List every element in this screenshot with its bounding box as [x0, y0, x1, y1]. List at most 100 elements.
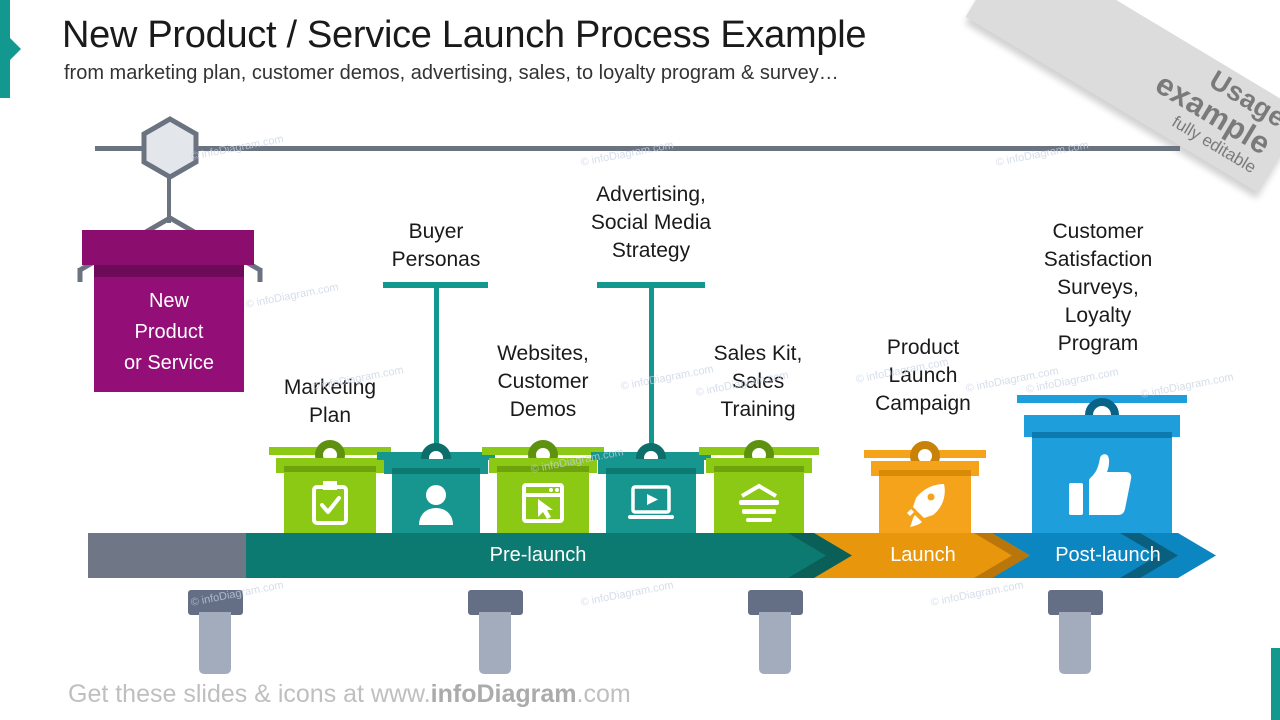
source-crate-shadow — [94, 265, 244, 277]
crate-body — [879, 476, 971, 533]
crate-label: Advertising, Social Media Strategy — [556, 181, 746, 265]
source-label-line-1: New — [148, 290, 189, 312]
crane-rail — [95, 146, 1180, 151]
conveyor-leg-post — [199, 612, 231, 674]
hanging-wire — [434, 288, 439, 458]
source-label-line-2: Product — [134, 321, 204, 343]
crate-label: Marketing Plan — [260, 374, 400, 430]
crate-top-bar — [482, 447, 604, 455]
crate-label-line: Satisfaction — [1043, 247, 1153, 271]
crate-lid — [1024, 415, 1180, 437]
watermark: © infoDiagram.com — [529, 446, 625, 476]
source-crate-label: New Product or Service — [94, 286, 244, 379]
stacked-layers-icon — [714, 472, 804, 533]
crate-lid — [871, 461, 979, 476]
crate-hook-ring — [910, 441, 940, 471]
crate-label-line: Sales — [731, 369, 785, 393]
crate-label: Websites, Customer Demos — [468, 340, 618, 424]
crate-lid — [384, 459, 488, 474]
crate-lid — [276, 458, 384, 473]
crate-lid-shadow — [606, 468, 696, 474]
timeline-label-launch: Launch — [890, 544, 956, 566]
crate-label-line: Product — [886, 336, 960, 359]
crate-hook-ring — [528, 440, 558, 470]
crate-lid-shadow — [1032, 432, 1172, 438]
crate-lid-shadow — [879, 470, 971, 476]
ribbon-text: Usage example fully editable — [1141, 44, 1280, 177]
crate-label-line: Program — [1057, 331, 1139, 355]
browser-cursor-icon — [497, 472, 589, 533]
page-subtitle: from marketing plan, customer demos, adv… — [64, 62, 839, 84]
crate-lid — [706, 458, 812, 473]
crate-label-line: Advertising, — [596, 183, 706, 206]
conveyor-leg-post — [479, 612, 511, 674]
crate-body — [1032, 438, 1172, 533]
crate-top-bar — [864, 450, 986, 458]
crate-label-line: Websites, — [497, 342, 589, 365]
crate-label-line: Surveys, — [1057, 275, 1139, 299]
watermark: © infoDiagram.com — [994, 139, 1090, 169]
usage-example-ribbon: Usage example fully editable — [965, 0, 1280, 192]
crate-body — [606, 474, 696, 533]
person-icon — [392, 474, 480, 533]
watermark: © infoDiagram.com — [1139, 371, 1235, 401]
crate-lid-shadow — [392, 468, 480, 474]
crate-lid — [489, 458, 597, 473]
source-label-line-3: or Service — [123, 352, 215, 374]
crate-lid — [598, 459, 704, 474]
watermark: © infoDiagram.com — [1024, 366, 1120, 396]
crate-label-line: Marketing — [283, 376, 377, 399]
footer-suffix: .com — [576, 680, 631, 708]
source-crate-lid — [82, 230, 254, 265]
crate-body — [714, 472, 804, 533]
slide-canvas: New Product / Service Launch Process Exa… — [0, 0, 1280, 720]
crate-label: Customer Satisfaction Surveys, Loyalty Progr… — [998, 218, 1198, 358]
crate-top-bar — [699, 447, 819, 455]
crate-lid-shadow — [497, 466, 589, 472]
crate-label-line: Launch — [888, 363, 958, 387]
footer-cta: Get these slides & icons at www.infoDiag… — [68, 680, 631, 709]
timeline-label-pre-launch: Pre-launch — [489, 544, 587, 566]
crate-label-line: Training — [720, 397, 796, 421]
hanging-wire — [649, 288, 654, 458]
crate-lid-shadow — [284, 466, 376, 472]
left-accent-marker — [0, 0, 21, 98]
laptop-play-icon — [606, 474, 696, 533]
watermark: © infoDiagram.com — [579, 579, 675, 609]
crate-label: Buyer Personas — [361, 218, 511, 274]
crate-label-line: Sales Kit, — [713, 342, 803, 365]
thumbs-up-icon — [1032, 438, 1172, 533]
crate-top-bar — [1017, 395, 1187, 403]
clipboard-check-icon — [284, 472, 376, 533]
crate-top-bar — [269, 447, 391, 455]
crate-label-line: Loyalty — [1064, 303, 1132, 327]
crate-body — [497, 472, 589, 533]
crate-hook-ring — [744, 440, 774, 470]
crate-label-line: Personas — [391, 247, 481, 271]
crate-label-line: Buyer — [408, 220, 464, 243]
crate-label-line: Customer — [1052, 220, 1144, 243]
crate-hook-ring — [1085, 398, 1119, 432]
crate-label-line: Strategy — [611, 238, 691, 262]
right-accent-marker — [1271, 648, 1280, 720]
crate-hook-ring — [315, 440, 345, 470]
hexagon-trolley-icon — [141, 116, 199, 180]
crate-body — [284, 472, 376, 533]
crate-label-line: Campaign — [875, 391, 971, 415]
watermark: © infoDiagram.com — [579, 139, 675, 169]
crate-label-line: Social Media — [590, 210, 712, 234]
crate-body — [392, 474, 480, 533]
timeline-label-post-launch: Post-launch — [1055, 544, 1161, 566]
footer-prefix: Get these slides & icons at www. — [68, 680, 431, 708]
crate-label-line: Customer — [497, 369, 589, 393]
crate-label-line: Plan — [308, 403, 352, 427]
crate-label: Sales Kit, Sales Training — [683, 340, 833, 424]
crate-label-line: Demos — [509, 397, 577, 421]
conveyor-leg-post — [1059, 612, 1091, 674]
crate-label: Product Launch Campaign — [843, 334, 1003, 418]
watermark: © infoDiagram.com — [244, 281, 340, 311]
rocket-icon — [879, 476, 971, 533]
page-title: New Product / Service Launch Process Exa… — [62, 14, 867, 56]
phase-timeline: Pre-launch Launch Post-launch — [88, 533, 1216, 578]
crate-lid-shadow — [714, 466, 804, 472]
